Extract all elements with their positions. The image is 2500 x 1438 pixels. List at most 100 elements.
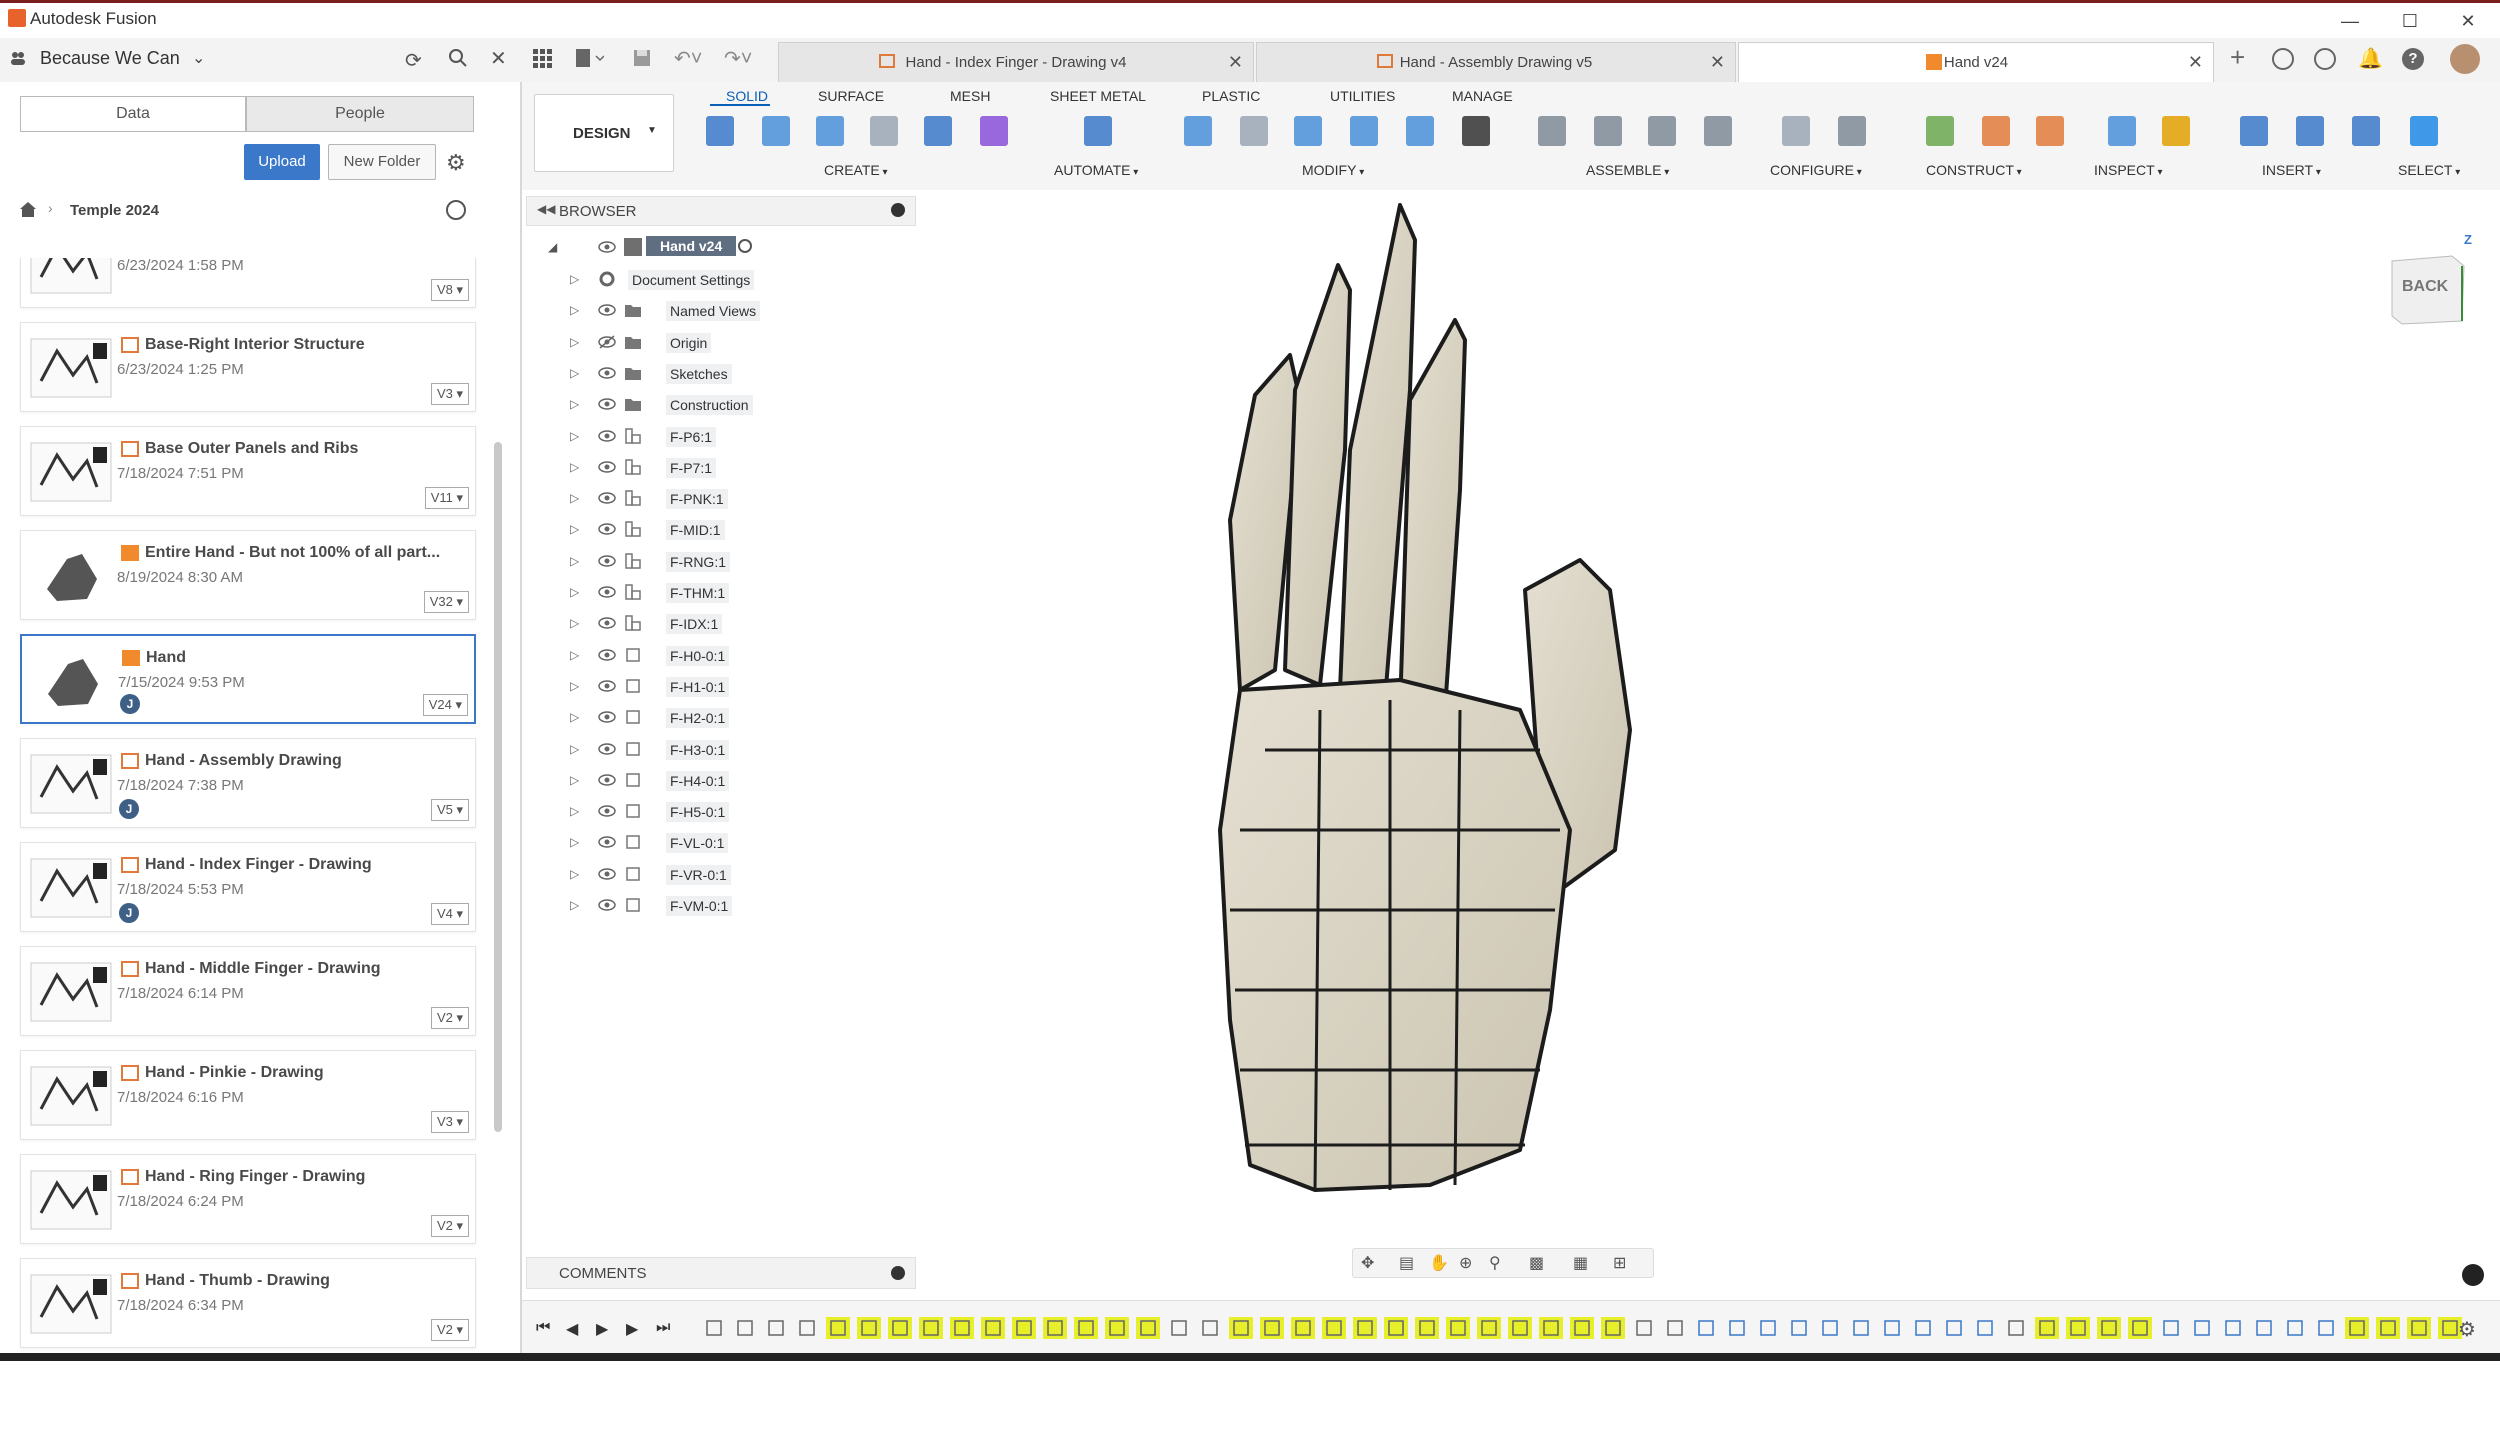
- tree-node[interactable]: ▷ F-PNK:1: [526, 483, 906, 514]
- activate-radio-icon[interactable]: [738, 239, 752, 253]
- tree-node[interactable]: ▷ F-H1-0:1: [526, 671, 906, 702]
- file-card[interactable]: Hand - Ring Finger - Drawing 7/18/2024 6:…: [20, 1154, 476, 1244]
- pattern-icon[interactable]: [918, 110, 958, 154]
- tree-root[interactable]: ◢ Hand v24: [526, 232, 906, 263]
- grid-settings-icon[interactable]: ▦: [1573, 1253, 1588, 1273]
- timeline-feature-icon[interactable]: [2035, 1317, 2059, 1339]
- timeline-feature-icon[interactable]: [2376, 1317, 2400, 1339]
- expand-arrow-icon[interactable]: ▷: [570, 491, 579, 505]
- toolbar-group-configure[interactable]: CONFIGURE ▾: [1770, 162, 1862, 178]
- expand-arrow-icon[interactable]: ▷: [570, 867, 579, 881]
- timeline-settings-icon[interactable]: ⚙: [2458, 1317, 2476, 1342]
- eye-icon[interactable]: [598, 585, 616, 599]
- expand-arrow-icon[interactable]: ▷: [570, 303, 579, 317]
- tree-node[interactable]: ▷ F-H4-0:1: [526, 765, 906, 796]
- expand-arrow-icon[interactable]: ▷: [570, 335, 579, 349]
- minimize-button[interactable]: —: [2330, 7, 2370, 35]
- tree-node[interactable]: ▷ F-MID:1: [526, 514, 906, 545]
- timeline-feature-icon[interactable]: [1539, 1317, 1563, 1339]
- workspace-switcher[interactable]: DESIGN ▼: [534, 94, 674, 172]
- plane-at-angle-icon[interactable]: [1976, 110, 2016, 154]
- file-card[interactable]: Hand - Pinkie - Drawing 7/18/2024 6:16 PM…: [20, 1050, 476, 1140]
- notifications-bell-icon[interactable]: 🔔: [2358, 46, 2383, 71]
- eye-icon[interactable]: [598, 366, 616, 380]
- timeline-feature-icon[interactable]: [2004, 1317, 2028, 1339]
- home-icon[interactable]: [18, 200, 38, 218]
- timeline-feature-icon[interactable]: [1198, 1317, 1222, 1339]
- timeline-feature-icon[interactable]: [1353, 1317, 1377, 1339]
- step-back-icon[interactable]: ◀: [566, 1319, 578, 1339]
- orbit-icon[interactable]: ✥: [1361, 1253, 1374, 1273]
- hole-icon[interactable]: [864, 110, 904, 154]
- tangent-plane-icon[interactable]: [2030, 110, 2070, 154]
- expand-arrow-icon[interactable]: ▷: [570, 522, 579, 536]
- timeline-feature-icon[interactable]: [1136, 1317, 1160, 1339]
- tree-node[interactable]: ▷ F-VL-0:1: [526, 827, 906, 858]
- file-card[interactable]: Base-Right Interior Structure 6/23/2024 1…: [20, 322, 476, 412]
- expand-arrow-icon[interactable]: ▷: [570, 429, 579, 443]
- file-card[interactable]: Hand - Index Finger - Drawing 7/18/2024 5…: [20, 842, 476, 932]
- look-at-icon[interactable]: ▤: [1399, 1253, 1414, 1273]
- extensions-icon[interactable]: [2272, 48, 2294, 70]
- expand-arrow-icon[interactable]: ▷: [570, 648, 579, 662]
- interference-icon[interactable]: [2102, 110, 2142, 154]
- user-avatar[interactable]: [2450, 44, 2480, 74]
- hand-model[interactable]: [1100, 190, 1700, 1210]
- eye-icon[interactable]: [598, 773, 616, 787]
- timeline-feature-icon[interactable]: [1849, 1317, 1873, 1339]
- timeline-feature-icon[interactable]: [1973, 1317, 1997, 1339]
- timeline-feature-icon[interactable]: [919, 1317, 943, 1339]
- eye-icon[interactable]: [598, 898, 616, 912]
- tree-node[interactable]: ▷ F-THM:1: [526, 577, 906, 608]
- file-card[interactable]: Hand 7/15/2024 9:53 PM J V24 ▾: [20, 634, 476, 724]
- timeline-feature-icon[interactable]: [1632, 1317, 1656, 1339]
- tree-node[interactable]: ▷ Document Settings: [526, 264, 906, 295]
- tab-hand-design[interactable]: Hand v24 ✕: [1738, 42, 2214, 83]
- go-to-start-icon[interactable]: ⏮: [536, 1319, 550, 1337]
- table-icon[interactable]: [1698, 110, 1738, 154]
- add-comment-icon[interactable]: [891, 1266, 905, 1280]
- save-icon[interactable]: [632, 48, 652, 68]
- timeline-feature-icon[interactable]: [1012, 1317, 1036, 1339]
- toolbar-tab-mesh[interactable]: MESH: [950, 88, 990, 104]
- timeline-feature-icon[interactable]: [1105, 1317, 1129, 1339]
- play-icon[interactable]: ▶: [596, 1319, 608, 1339]
- tree-node[interactable]: ▷ F-RNG:1: [526, 546, 906, 577]
- timeline-feature-icon[interactable]: [1229, 1317, 1253, 1339]
- expand-arrow-icon[interactable]: ▷: [570, 585, 579, 599]
- timeline-feature-icon[interactable]: [1384, 1317, 1408, 1339]
- chevron-down-icon[interactable]: ⌄: [192, 48, 205, 68]
- timeline-feature-icon[interactable]: [1787, 1317, 1811, 1339]
- expand-arrow-icon[interactable]: ▷: [570, 554, 579, 568]
- timeline-feature-icon[interactable]: [1260, 1317, 1284, 1339]
- viewports-icon[interactable]: ⊞: [1613, 1253, 1626, 1273]
- eye-icon[interactable]: [598, 742, 616, 756]
- close-window-button[interactable]: ✕: [2448, 7, 2488, 35]
- tree-node[interactable]: ▷ Sketches: [526, 358, 906, 389]
- eye-icon[interactable]: [598, 867, 616, 881]
- expand-arrow-icon[interactable]: ▷: [570, 616, 579, 630]
- eye-icon[interactable]: [598, 303, 616, 317]
- refresh-icon[interactable]: ⟳: [405, 48, 422, 73]
- collapse-icon[interactable]: ◀◀: [537, 202, 555, 216]
- automate-icon[interactable]: [1078, 110, 1118, 154]
- toolbar-tab-solid[interactable]: SOLID: [726, 88, 768, 104]
- close-tab-icon[interactable]: ✕: [1228, 52, 1243, 73]
- version-dropdown[interactable]: V5 ▾: [430, 799, 469, 821]
- new-tab-icon[interactable]: +: [2230, 42, 2245, 73]
- tree-node[interactable]: ▷ F-H0-0:1: [526, 640, 906, 671]
- fillet-icon[interactable]: [1234, 110, 1274, 154]
- display-settings-icon[interactable]: ▩: [1529, 1253, 1544, 1273]
- expand-arrow-icon[interactable]: ▷: [570, 460, 579, 474]
- motion-link-icon[interactable]: [1642, 110, 1682, 154]
- expand-arrow-icon[interactable]: ▷: [570, 397, 579, 411]
- shell-icon[interactable]: [1288, 110, 1328, 154]
- timeline-feature-icon[interactable]: [2314, 1317, 2338, 1339]
- tree-node[interactable]: ▷ F-P6:1: [526, 421, 906, 452]
- tab-people[interactable]: People: [246, 96, 474, 132]
- eye-icon[interactable]: [598, 835, 616, 849]
- version-dropdown[interactable]: V3 ▾: [430, 1111, 469, 1133]
- timeline-feature-icon[interactable]: [1508, 1317, 1532, 1339]
- eye-icon[interactable]: [598, 648, 616, 662]
- timeline-feature-icon[interactable]: [2097, 1317, 2121, 1339]
